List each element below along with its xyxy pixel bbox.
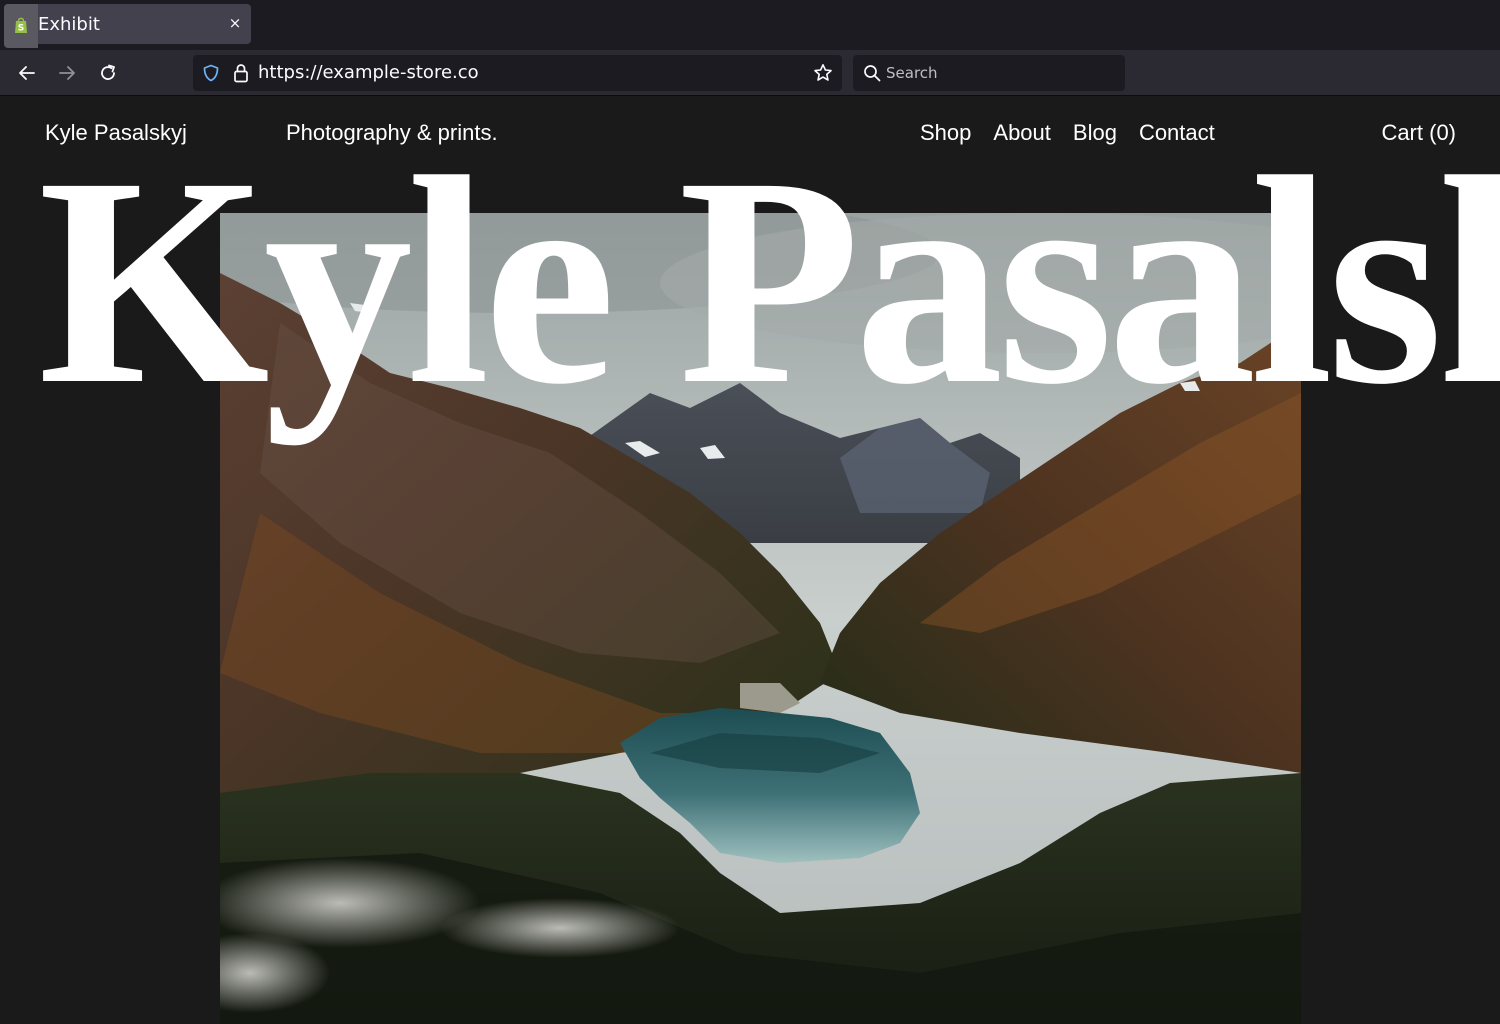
tab-favicon: S <box>4 4 38 48</box>
tab-title: Exhibit <box>38 14 100 35</box>
tab-close-button[interactable]: × <box>225 13 245 33</box>
shield-icon[interactable] <box>202 64 220 82</box>
web-page: Kyle Pasalskyj Photography & prints. Sho… <box>0 96 1500 1024</box>
url-text[interactable]: https://example-store.co <box>258 62 479 83</box>
nav-contact[interactable]: Contact <box>1139 120 1215 146</box>
hero-title: Kyle Pasalskyj <box>38 116 1500 446</box>
nav-blog[interactable]: Blog <box>1073 120 1117 146</box>
address-bar[interactable]: https://example-store.co <box>193 55 842 91</box>
site-header: Kyle Pasalskyj Photography & prints. Sho… <box>0 96 1500 176</box>
site-logo-link[interactable]: Kyle Pasalskyj <box>45 120 187 146</box>
forward-button[interactable] <box>53 60 81 86</box>
browser-toolbar: https://example-store.co <box>0 50 1500 96</box>
star-icon[interactable] <box>813 63 833 83</box>
nav-about[interactable]: About <box>993 120 1051 146</box>
search-bar[interactable] <box>853 55 1125 91</box>
svg-text:S: S <box>18 24 24 34</box>
cart-link[interactable]: Cart (0) <box>1381 120 1456 146</box>
reload-button[interactable] <box>94 60 122 86</box>
lock-icon[interactable] <box>233 63 249 83</box>
back-button[interactable] <box>13 60 41 86</box>
nav-shop[interactable]: Shop <box>920 120 971 146</box>
back-arrow-icon <box>19 66 35 80</box>
search-icon <box>864 65 881 82</box>
search-input[interactable] <box>886 55 1116 91</box>
shopify-bag-icon: S <box>15 17 27 34</box>
browser-tab[interactable]: S Exhibit × <box>4 4 251 48</box>
site-tagline: Photography & prints. <box>286 120 498 145</box>
forward-arrow-icon <box>59 66 75 80</box>
main-nav: Shop About Blog Contact <box>920 120 1215 146</box>
reload-icon <box>101 64 115 80</box>
tab-strip: S Exhibit × <box>0 0 1500 50</box>
